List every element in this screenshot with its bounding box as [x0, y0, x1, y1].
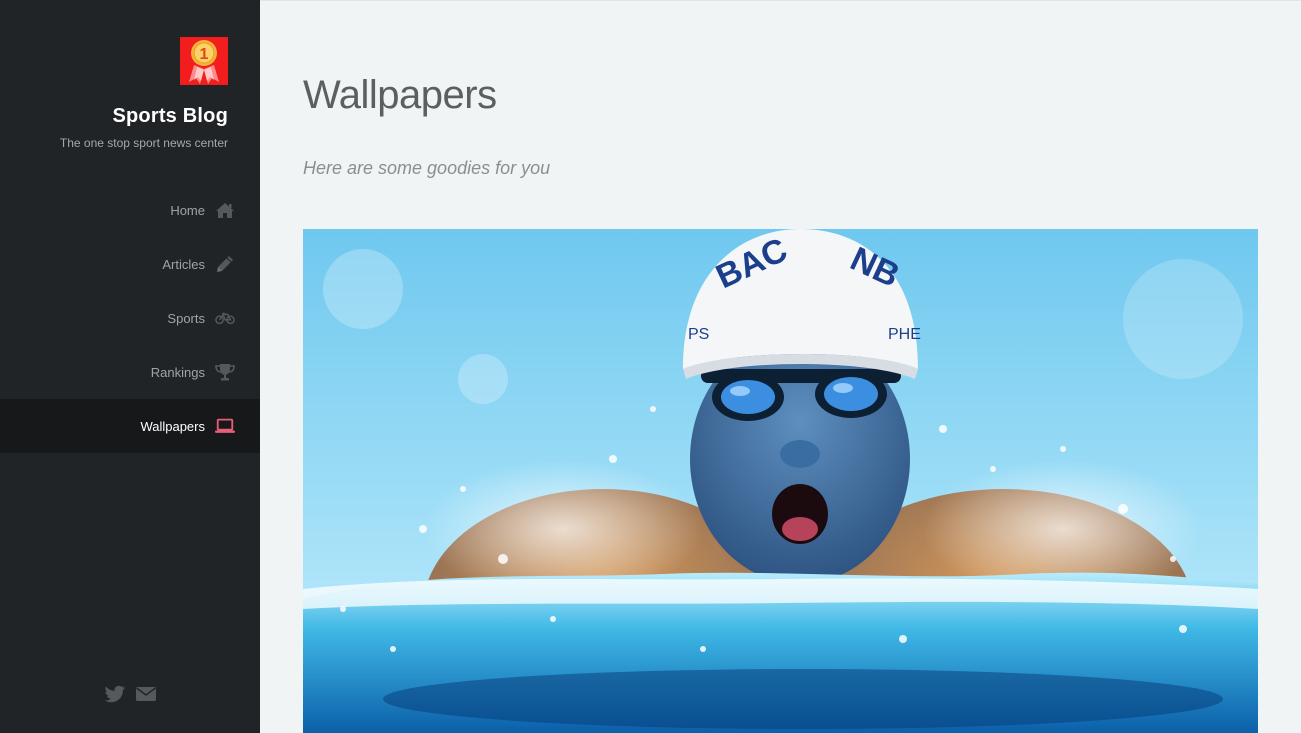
bicycle-icon — [215, 309, 235, 327]
home-icon — [215, 201, 235, 219]
nav-label: Wallpapers — [140, 418, 205, 434]
cap-name-left: PS — [688, 326, 709, 343]
nav-label: Articles — [162, 256, 205, 272]
nav-item-articles[interactable]: Articles — [0, 237, 260, 291]
pencil-icon — [215, 255, 235, 273]
main-content: Wallpapers Here are some goodies for you — [260, 0, 1301, 733]
twitter-icon[interactable] — [104, 685, 126, 708]
nav-label: Sports — [167, 310, 205, 326]
swimmer-wallpaper-image[interactable]: BAC NB PS PHE — [303, 229, 1258, 733]
nav-item-home[interactable]: Home — [0, 183, 260, 237]
envelope-icon[interactable] — [135, 685, 157, 708]
laptop-icon — [215, 417, 235, 435]
nav-item-wallpapers[interactable]: Wallpapers — [0, 399, 260, 453]
social-links — [104, 685, 157, 708]
nav-item-sports[interactable]: Sports — [0, 291, 260, 345]
medal-icon: 1 — [189, 40, 219, 84]
sidebar: 1 Sports Blog The one stop sport news ce… — [0, 0, 260, 733]
page-subtitle: Here are some goodies for you — [303, 158, 551, 178]
page-title: Wallpapers — [303, 73, 497, 117]
cap-name-right: PHE — [888, 326, 921, 343]
nav-label: Home — [170, 202, 205, 218]
trophy-icon — [215, 363, 235, 381]
site-logo[interactable]: 1 — [180, 37, 228, 85]
medal-number: 1 — [200, 46, 209, 63]
nav-label: Rankings — [150, 364, 205, 380]
site-title[interactable]: Sports Blog — [112, 105, 228, 128]
nav-item-rankings[interactable]: Rankings — [0, 345, 260, 399]
site-tagline: The one stop sport news center — [59, 136, 228, 150]
main-nav: Home Articles Sports Rankings Wallpapers — [0, 183, 260, 453]
